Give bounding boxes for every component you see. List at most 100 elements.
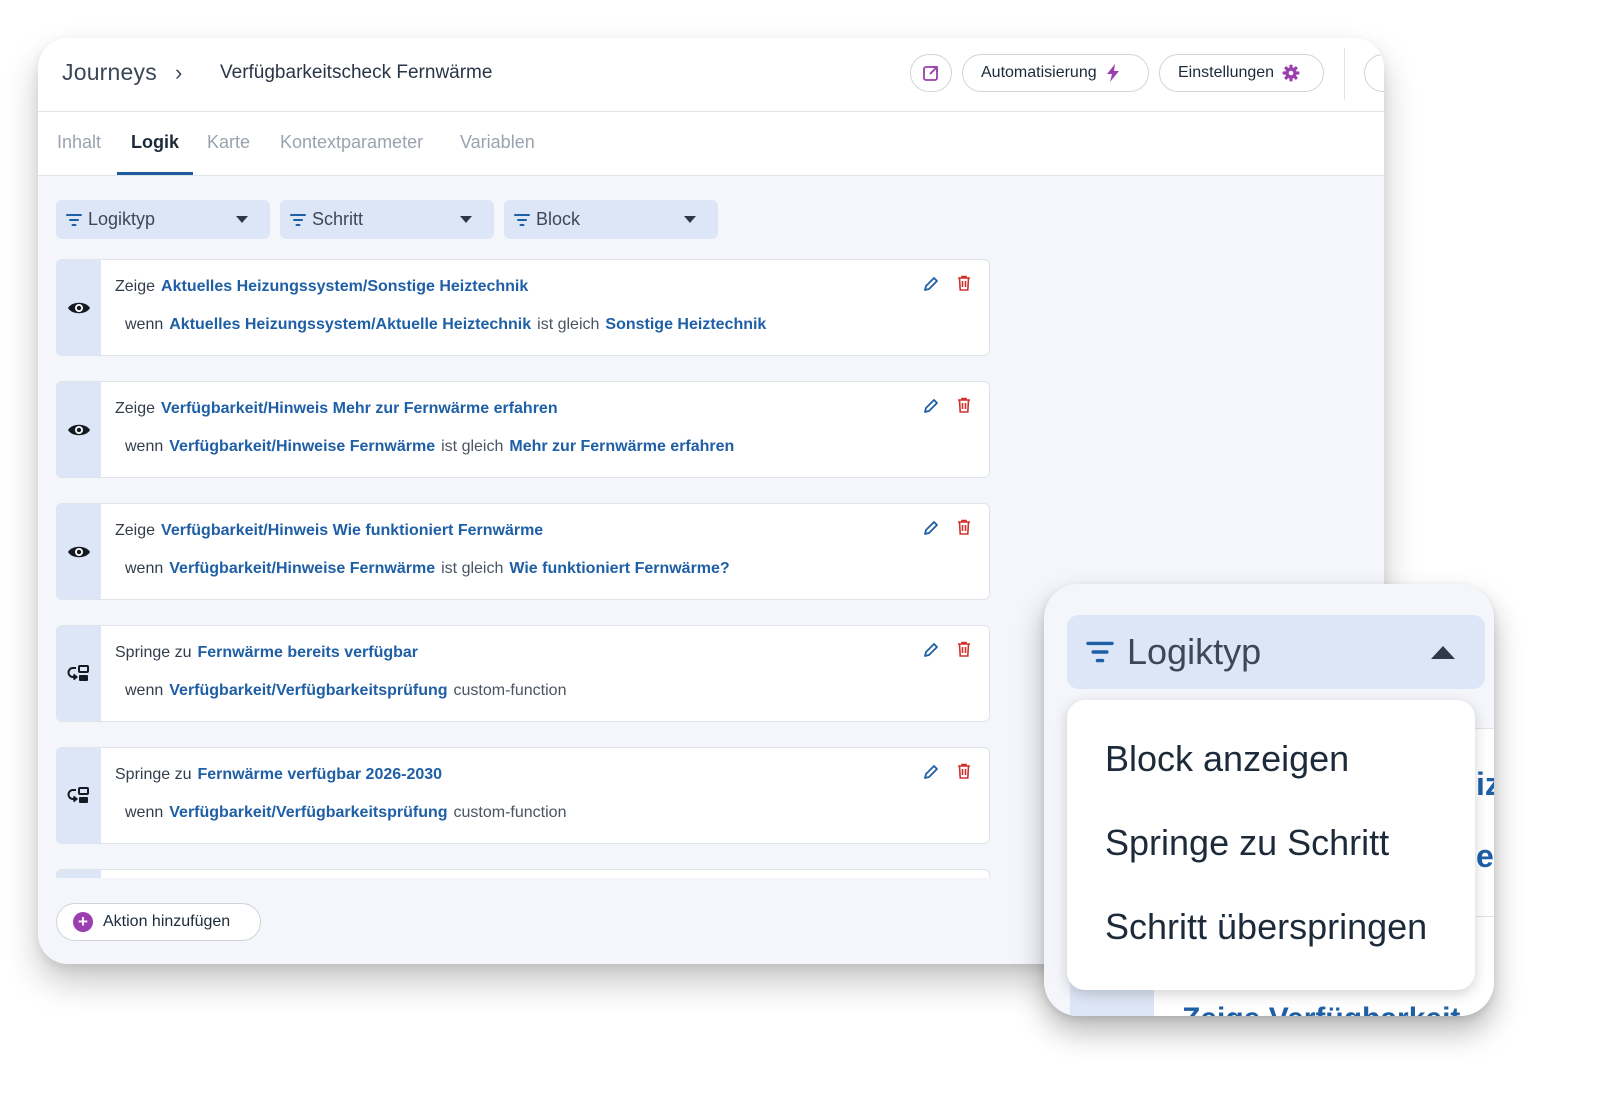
rule-when: wenn bbox=[125, 316, 164, 333]
rule-field[interactable]: Verfügbarkeit/Verfügbarkeitsprüfung bbox=[169, 804, 447, 821]
rule-when: wenn bbox=[125, 438, 164, 455]
filter-logiktyp[interactable]: Logiktyp bbox=[56, 200, 270, 239]
trash-icon[interactable] bbox=[957, 519, 971, 535]
add-action-button[interactable]: + Aktion hinzufügen bbox=[56, 903, 261, 941]
rule-action-line: Springe zu Fernwärme verfügbar 2026-2030 bbox=[115, 766, 442, 784]
settings-label: Einstellungen bbox=[1178, 64, 1275, 81]
trash-icon[interactable] bbox=[957, 397, 971, 413]
rule-condition-line: wenn Verfügbarkeit/Hinweise Fernwärme ist … bbox=[125, 438, 734, 456]
tab-kontextparameter[interactable]: Kontextparameter bbox=[280, 132, 423, 153]
rule-action-line: Zeige Verfügbarkeit/Hinweis Wie funktioni… bbox=[115, 522, 543, 540]
rule-action: Springe zu bbox=[115, 766, 192, 783]
rule-condition-line: wenn Verfügbarkeit/Verfügbarkeitsprüfung c… bbox=[125, 682, 566, 700]
filter-label: Logiktyp bbox=[88, 209, 156, 229]
rule-card: Zeige Verfügbarkeit/Hinweis Mehr zur Fern… bbox=[56, 381, 990, 478]
zoomed-dropdown-callout: iz ei Zeige Verfügbarkeit Logiktyp Block… bbox=[1044, 584, 1494, 1016]
rule-operator: ist gleich bbox=[441, 560, 504, 577]
pencil-icon[interactable] bbox=[923, 398, 939, 414]
rule-condition-line: wenn Verfügbarkeit/Verfügbarkeitsprüfung c… bbox=[125, 804, 566, 822]
rule-operator: ist gleich bbox=[537, 316, 600, 333]
rule-card: Springe zu Fernwärme bereits verfügbar we… bbox=[56, 625, 990, 722]
dropdown-option-schritt-ueberspringen[interactable]: Schritt überspringen bbox=[1105, 906, 1427, 948]
settings-button[interactable]: Einstellungen bbox=[1159, 54, 1324, 92]
trash-icon[interactable] bbox=[957, 763, 971, 779]
jump-step-icon bbox=[67, 664, 89, 681]
rule-operator: ist gleich bbox=[441, 438, 504, 455]
rule-field[interactable]: Verfügbarkeit/Verfügbarkeitsprüfung bbox=[169, 682, 447, 699]
rule-field[interactable]: Aktuelles Heizungssystem/Aktuelle Heizte… bbox=[169, 316, 531, 333]
rule-target[interactable]: Verfügbarkeit/Hinweis Mehr zur Fernwärme… bbox=[161, 400, 558, 417]
active-tab-indicator bbox=[117, 172, 193, 175]
rule-target[interactable]: Fernwärme verfügbar 2026-2030 bbox=[198, 766, 443, 783]
rule-value[interactable]: Sonstige Heiztechnik bbox=[605, 316, 766, 333]
rule-action-line: Zeige Aktuelles Heizungssystem/Sonstige H… bbox=[115, 278, 528, 296]
tab-variablen[interactable]: Variablen bbox=[460, 132, 535, 153]
rule-card: Zeige Aktuelles Heizungssystem/Sonstige H… bbox=[56, 259, 990, 356]
rule-condition-line: wenn Aktuelles Heizungssystem/Aktuelle He… bbox=[125, 316, 766, 334]
filter-icon bbox=[1086, 641, 1114, 663]
rule-type-indicator bbox=[57, 382, 101, 477]
filter-icon bbox=[290, 213, 306, 226]
automation-label: Automatisierung bbox=[981, 64, 1097, 81]
rule-when: wenn bbox=[125, 560, 164, 577]
zoom-filter-logiktyp[interactable]: Logiktyp bbox=[1067, 615, 1485, 689]
rule-action: Zeige bbox=[115, 278, 156, 295]
jump-step-icon bbox=[67, 786, 89, 803]
pencil-icon[interactable] bbox=[923, 520, 939, 536]
tab-karte[interactable]: Karte bbox=[207, 132, 250, 153]
open-external-button[interactable] bbox=[910, 54, 952, 92]
rule-target[interactable]: Fernwärme bereits verfügbar bbox=[198, 644, 419, 661]
rule-operator: custom-function bbox=[453, 682, 567, 699]
chevron-up-icon bbox=[1431, 646, 1455, 659]
eye-icon bbox=[68, 424, 90, 435]
rule-field[interactable]: Verfügbarkeit/Hinweise Fernwärme bbox=[169, 438, 435, 455]
rule-action-line: Zeige Verfügbarkeit/Hinweis Mehr zur Fern… bbox=[115, 400, 558, 418]
rule-when: wenn bbox=[125, 682, 164, 699]
trash-icon[interactable] bbox=[957, 641, 971, 657]
breadcrumb-root[interactable]: Journeys bbox=[62, 59, 157, 86]
plus-icon: + bbox=[73, 912, 93, 932]
tab-logik[interactable]: Logik bbox=[131, 132, 179, 153]
rule-condition-line: wenn Verfügbarkeit/Hinweise Fernwärme ist … bbox=[125, 560, 730, 578]
rule-value[interactable]: Mehr zur Fernwärme erfahren bbox=[509, 438, 734, 455]
dropdown-option-block-anzeigen[interactable]: Block anzeigen bbox=[1105, 738, 1349, 780]
zoom-filter-label: Logiktyp bbox=[1127, 631, 1262, 672]
top-header: Journeys › Verfügbarkeitscheck Fernwärme… bbox=[38, 38, 1384, 112]
rule-target[interactable]: Aktuelles Heizungssystem/Sonstige Heizte… bbox=[161, 278, 528, 295]
rule-action-line: Springe zu Fernwärme bereits verfügbar bbox=[115, 644, 418, 662]
rule-type-indicator bbox=[57, 748, 101, 843]
rule-type-indicator bbox=[57, 870, 101, 878]
zoom-background-fragment: Zeige Verfügbarkeit bbox=[1182, 1002, 1460, 1016]
logiktyp-dropdown-menu: Block anzeigen Springe zu Schritt Schrit… bbox=[1067, 700, 1475, 990]
pencil-icon[interactable] bbox=[923, 276, 939, 292]
dropdown-option-springe-zu-schritt[interactable]: Springe zu Schritt bbox=[1105, 822, 1389, 864]
lightning-icon bbox=[1106, 64, 1119, 82]
rule-card: Zeige Verfügbarkeit/Hinweis Wie funktioni… bbox=[56, 503, 990, 600]
automation-button[interactable]: Automatisierung bbox=[962, 54, 1149, 92]
eye-icon bbox=[68, 302, 90, 313]
filter-schritt[interactable]: Schritt bbox=[280, 200, 494, 239]
rule-type-indicator bbox=[57, 504, 101, 599]
chevron-down-icon bbox=[460, 216, 472, 223]
filter-label: Schritt bbox=[312, 209, 364, 229]
pencil-icon[interactable] bbox=[923, 642, 939, 658]
chevron-down-icon bbox=[684, 216, 696, 223]
rule-target[interactable]: Verfügbarkeit/Hinweis Wie funktioniert F… bbox=[161, 522, 543, 539]
rule-type-indicator bbox=[57, 260, 101, 355]
zoom-background-fragment: ei bbox=[1476, 838, 1494, 874]
rule-field[interactable]: Verfügbarkeit/Hinweise Fernwärme bbox=[169, 560, 435, 577]
filter-block[interactable]: Block bbox=[504, 200, 718, 239]
filter-label: Block bbox=[536, 209, 581, 229]
rule-operator: custom-function bbox=[453, 804, 567, 821]
trash-icon[interactable] bbox=[957, 275, 971, 291]
add-action-label: Aktion hinzufügen bbox=[103, 913, 231, 930]
rule-card-partial bbox=[56, 869, 990, 878]
filter-icon bbox=[514, 213, 530, 226]
pencil-icon[interactable] bbox=[923, 764, 939, 780]
gear-icon bbox=[1282, 64, 1300, 82]
zoom-background-fragment: iz bbox=[1476, 766, 1494, 802]
tab-bar: Inhalt Logik Karte Kontextparameter Vari… bbox=[38, 112, 1384, 176]
rule-value[interactable]: Wie funktioniert Fernwärme? bbox=[509, 560, 729, 577]
rule-action: Zeige bbox=[115, 400, 156, 417]
tab-inhalt[interactable]: Inhalt bbox=[57, 132, 101, 153]
